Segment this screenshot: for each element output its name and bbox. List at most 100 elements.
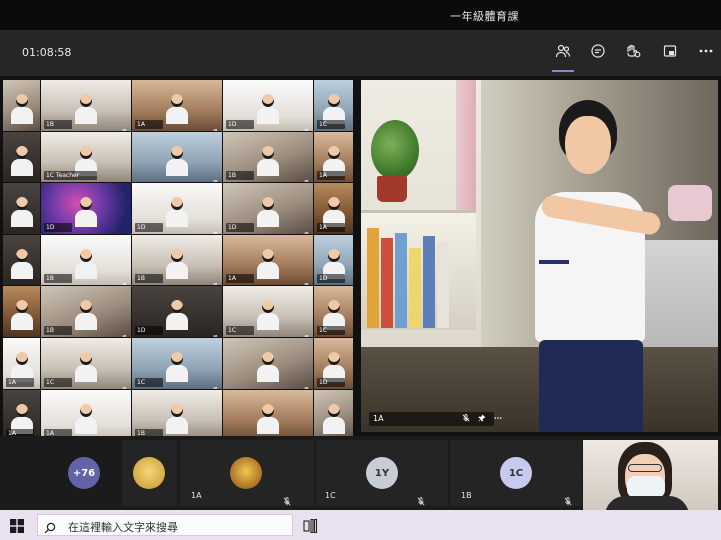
mic-muted-icon bbox=[461, 413, 471, 423]
participant-video-tile[interactable]: 1C Teacher bbox=[41, 131, 131, 183]
participant-name-label: 1A bbox=[317, 171, 345, 181]
participant-initials-avatar: 1Y bbox=[366, 457, 398, 489]
overflow-participants-button[interactable]: +76 bbox=[68, 457, 100, 489]
participant-figure bbox=[75, 403, 97, 434]
participant-video-tile[interactable]: 1B bbox=[41, 80, 131, 131]
search-placeholder: 在這裡輸入文字來搜尋 bbox=[68, 521, 178, 534]
participant-video-tile[interactable] bbox=[314, 389, 353, 441]
participant-video-tile[interactable]: 1D bbox=[223, 183, 313, 234]
participant-video-tile[interactable]: 1B bbox=[41, 286, 131, 337]
participants-icon bbox=[555, 43, 571, 63]
plant bbox=[363, 120, 423, 210]
participant-video-tile[interactable]: 1A bbox=[132, 80, 222, 131]
participant-video-tile[interactable] bbox=[3, 80, 40, 131]
participant-name-label: 1A bbox=[135, 119, 163, 129]
windows-start-icon[interactable] bbox=[10, 518, 24, 533]
participant-video-tile[interactable]: 1B bbox=[132, 234, 222, 286]
video-stage: 1B 1A 1D 1C 1C Teacher 1B 1A 1D 1D 1D 1A 1B 1B 1A 1D 1B… bbox=[0, 76, 721, 441]
spotlight-student bbox=[529, 100, 669, 432]
meeting-toolbar: 01:08:58 bbox=[0, 30, 721, 76]
more-icon bbox=[698, 43, 714, 63]
participant-video-tile[interactable]: 1D bbox=[132, 286, 222, 337]
participant-name-label: 1C bbox=[317, 325, 346, 335]
participant-tile-1a[interactable]: 1A bbox=[180, 440, 314, 506]
reactions-button[interactable] bbox=[620, 40, 646, 66]
participant-video-tile[interactable]: 1C bbox=[41, 337, 131, 389]
participant-figure bbox=[10, 94, 33, 124]
task-view-icon[interactable] bbox=[303, 518, 319, 534]
participant-video-tile[interactable] bbox=[3, 131, 40, 183]
participant-avatar-cell[interactable] bbox=[122, 440, 177, 506]
pillow bbox=[668, 185, 712, 221]
participant-video-tile[interactable]: 1B bbox=[41, 234, 131, 286]
chat-button[interactable] bbox=[585, 40, 611, 66]
participant-video-tile[interactable]: 1D bbox=[223, 80, 313, 131]
participant-video-tile[interactable]: 1B bbox=[132, 389, 222, 441]
mic-muted-icon bbox=[213, 121, 219, 131]
participant-video-tile[interactable]: 1D bbox=[132, 183, 222, 234]
reactions-icon bbox=[625, 43, 641, 63]
meeting-title: 一年級體育課 bbox=[450, 10, 519, 23]
participant-name-label: 1D bbox=[317, 274, 346, 284]
mic-muted-icon bbox=[304, 327, 310, 337]
participant-name-label: 1D bbox=[226, 222, 255, 232]
participant-figure bbox=[322, 403, 345, 434]
participant-video-tile[interactable] bbox=[223, 389, 313, 441]
participant-figure bbox=[166, 351, 188, 382]
participant-video-tile[interactable] bbox=[3, 234, 40, 286]
chat-icon bbox=[590, 43, 606, 63]
mic-muted-icon bbox=[213, 379, 219, 389]
spotlight-more-button[interactable] bbox=[493, 413, 503, 423]
pin-button[interactable] bbox=[477, 413, 487, 423]
participant-video-tile[interactable]: 1A bbox=[314, 131, 353, 183]
share-icon bbox=[662, 43, 678, 63]
participant-video-tile[interactable]: 1A bbox=[3, 337, 40, 389]
participant-video-tile[interactable]: 1D bbox=[314, 234, 353, 286]
participant-tile-1c[interactable]: 1Y 1C bbox=[316, 440, 448, 506]
participant-name-label: 1D bbox=[44, 222, 73, 232]
participant-video-tile[interactable]: 1C bbox=[314, 80, 353, 131]
participant-name-label: 1C bbox=[317, 119, 346, 129]
participant-video-tile[interactable]: 1D bbox=[314, 337, 353, 389]
bookshelf bbox=[361, 210, 476, 330]
mic-muted-icon bbox=[213, 327, 219, 337]
participant-figure bbox=[10, 145, 33, 176]
participant-video-tile[interactable] bbox=[3, 286, 40, 337]
participant-name-label: 1C bbox=[135, 377, 164, 387]
participant-grid: 1B 1A 1D 1C 1C Teacher 1B 1A 1D 1D 1D 1A 1B 1B 1A 1D 1B… bbox=[3, 80, 359, 441]
taskbar-search-box[interactable]: 在這裡輸入文字來搜尋 bbox=[37, 514, 293, 536]
participant-figure bbox=[257, 248, 279, 279]
participant-name-label: 1B bbox=[44, 274, 72, 284]
participant-video-tile[interactable]: 1C bbox=[132, 337, 222, 389]
mic-muted-icon bbox=[304, 224, 310, 234]
participant-video-tile[interactable]: 1A bbox=[314, 183, 353, 234]
participant-figure bbox=[10, 197, 33, 228]
participant-name-label: 1A bbox=[226, 274, 254, 284]
spotlight-video[interactable]: 1A bbox=[361, 80, 718, 432]
participant-figure bbox=[166, 300, 188, 331]
participant-name-label: 1B bbox=[135, 274, 163, 284]
participants-button[interactable] bbox=[550, 40, 576, 72]
teams-meeting-window: 一年級體育課 01:08:58 1B 1A 1D 1C 1C Teacher 1… bbox=[0, 0, 721, 540]
participant-video-tile[interactable]: 1D bbox=[41, 183, 131, 234]
participant-video-tile[interactable]: 1B bbox=[223, 131, 313, 183]
participant-video-tile[interactable]: 1C bbox=[223, 286, 313, 337]
share-button[interactable] bbox=[657, 40, 683, 66]
windows-taskbar: 在這裡輸入文字來搜尋 bbox=[0, 510, 721, 540]
participant-name-label: 1B bbox=[44, 325, 72, 335]
participant-figure bbox=[10, 300, 33, 331]
mic-muted-icon bbox=[122, 379, 128, 389]
participant-tile-1b[interactable]: 1C 1B bbox=[450, 440, 582, 506]
participant-video-tile[interactable] bbox=[223, 337, 313, 389]
participant-name-label: 1D bbox=[226, 119, 255, 129]
mic-muted-icon bbox=[283, 491, 291, 506]
more-options-button[interactable] bbox=[693, 40, 719, 66]
participant-video-tile[interactable] bbox=[132, 131, 222, 183]
participant-video-tile[interactable] bbox=[3, 183, 40, 234]
participant-video-tile[interactable]: 1A bbox=[223, 234, 313, 286]
self-view-video[interactable] bbox=[583, 440, 718, 510]
participant-video-tile[interactable]: 1A bbox=[3, 389, 40, 441]
participant-figure bbox=[257, 197, 279, 228]
participant-video-tile[interactable]: 1A bbox=[41, 389, 131, 441]
participant-video-tile[interactable]: 1C bbox=[314, 286, 353, 337]
